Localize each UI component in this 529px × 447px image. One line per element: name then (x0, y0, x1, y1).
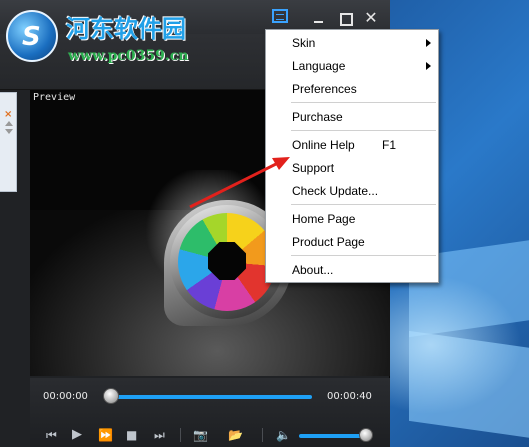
menu-item-label: About... (292, 263, 334, 277)
menu-item-label: Check Update... (292, 184, 379, 198)
playback-controls: 00:00:00 00:00:40 ⏮ ▶ ⏩ ■ ⏭ 📷 📂 🔈 (30, 378, 390, 447)
menu-item-label: Skin (292, 36, 316, 50)
side-panel: × (0, 92, 17, 192)
preview-label: Preview (33, 92, 76, 103)
menu-item-label: Home Page (292, 212, 356, 226)
watermark-logo-glyph: S (22, 22, 41, 52)
next-icon[interactable]: ⏭ (154, 427, 165, 443)
menu-item-product-page[interactable]: Product Page (266, 231, 438, 253)
scroll-down-icon[interactable] (5, 129, 13, 134)
camera-icon[interactable]: 📷 (193, 427, 208, 443)
seek-handle[interactable] (103, 388, 119, 404)
menu-item-about[interactable]: About... (266, 259, 438, 281)
submenu-arrow-icon (426, 39, 431, 47)
watermark-name: 河东软件园 (66, 15, 186, 43)
watermark-url: www.pc0359.cn (68, 48, 189, 64)
volume-handle[interactable] (359, 428, 373, 442)
menu-item-label: Preferences (292, 82, 357, 96)
close-button[interactable]: ✕ (363, 10, 379, 26)
menu-item-preferences[interactable]: Preferences (266, 78, 438, 100)
play-icon[interactable]: ▶ (72, 427, 82, 443)
context-menu: Skin Language Preferences Purchase Onlin… (265, 29, 439, 283)
current-time: 00:00:00 (43, 391, 88, 402)
menu-item-label: Online Help (292, 138, 355, 152)
volume-icon[interactable]: 🔈 (276, 427, 291, 443)
menu-item-label: Product Page (292, 235, 365, 249)
menu-item-home-page[interactable]: Home Page (266, 208, 438, 230)
scroll-up-icon[interactable] (5, 121, 13, 126)
menu-item-skin[interactable]: Skin (266, 32, 438, 54)
menu-separator (291, 102, 436, 103)
menu-item-support[interactable]: Support (266, 157, 438, 179)
menu-item-shortcut: F1 (382, 138, 397, 152)
close-icon[interactable]: × (4, 109, 12, 120)
seek-bar[interactable] (106, 395, 312, 399)
watermark-logo: S (6, 10, 58, 62)
previous-icon[interactable]: ⏮ (46, 427, 57, 443)
submenu-arrow-icon (426, 62, 431, 70)
folder-icon[interactable]: 📂 (228, 427, 243, 443)
stop-icon[interactable]: ■ (126, 427, 137, 443)
menu-icon[interactable] (272, 9, 288, 23)
menu-item-language[interactable]: Language (266, 55, 438, 77)
maximize-button[interactable] (337, 10, 353, 26)
menu-item-purchase[interactable]: Purchase (266, 106, 438, 128)
menu-item-online-help[interactable]: Online Help F1 (266, 134, 438, 156)
volume-slider[interactable] (299, 434, 363, 438)
separator (180, 428, 181, 442)
minimize-button[interactable] (311, 10, 327, 26)
fast-forward-icon[interactable]: ⏩ (98, 427, 113, 443)
menu-separator (291, 255, 436, 256)
menu-item-label: Language (292, 59, 346, 73)
menu-separator (291, 130, 436, 131)
menu-item-label: Purchase (292, 110, 343, 124)
separator (262, 428, 263, 442)
menu-item-label: Support (292, 161, 335, 175)
desktop-glow (389, 270, 529, 420)
menu-separator (291, 204, 436, 205)
menu-item-check-update[interactable]: Check Update... (266, 180, 438, 202)
total-time: 00:00:40 (327, 391, 372, 402)
